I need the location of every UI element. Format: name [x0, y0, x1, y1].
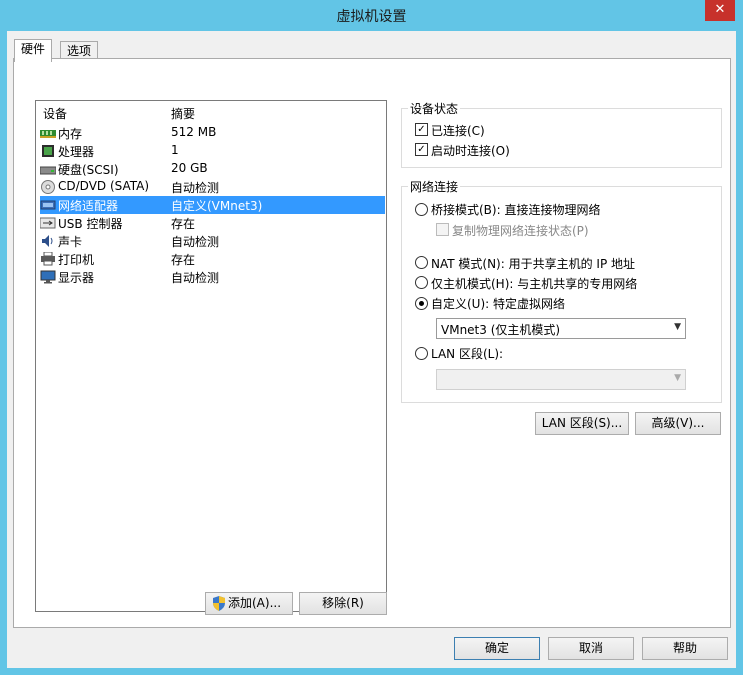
device-row-printer[interactable]: 打印机 存在 — [40, 250, 385, 268]
host-only-label[interactable]: 仅主机模式(H): 与主机共享的专用网络 — [431, 275, 637, 292]
title-bar[interactable]: 虚拟机设置 ✕ — [0, 0, 743, 31]
device-row-cd-dvd[interactable]: CD/DVD (SATA) 自动检测 — [40, 178, 385, 196]
bridged-label[interactable]: 桥接模式(B): 直接连接物理网络 — [431, 201, 600, 218]
lan-segment-select[interactable]: ▼ — [436, 369, 686, 390]
window-title: 虚拟机设置 — [336, 9, 407, 25]
hardware-panel: 设备 摘要 内存 512 MB 处理器 1 硬盘(SCSI) 20 GB CD/… — [13, 58, 731, 628]
column-header-summary[interactable]: 摘要 — [171, 105, 195, 121]
lan-segment-label[interactable]: LAN 区段(L): — [431, 345, 503, 362]
network-adapter-icon — [40, 200, 56, 210]
printer-icon — [41, 252, 55, 266]
close-button[interactable]: ✕ — [705, 0, 735, 21]
advanced-button[interactable]: 高级(V)... — [635, 412, 721, 435]
device-name: 硬盘(SCSI) — [58, 163, 119, 177]
connect-at-power-on-checkbox[interactable]: ✓ — [415, 143, 428, 156]
replicate-state-checkbox[interactable] — [436, 223, 449, 236]
memory-icon — [40, 130, 56, 138]
device-summary: 存在 — [171, 253, 196, 267]
tab-hardware[interactable]: 硬件 — [14, 39, 53, 62]
device-summary: 自动检测 — [171, 181, 220, 195]
remove-device-button[interactable]: 移除(R) — [299, 592, 387, 615]
custom-network-select[interactable]: VMnet3 (仅主机模式) ▼ — [436, 318, 686, 339]
chevron-down-icon: ▼ — [674, 373, 681, 383]
device-row-memory[interactable]: 内存 512 MB — [40, 124, 385, 142]
device-summary: 1 — [171, 143, 179, 157]
dialog-client: 硬件 选项 设备 摘要 内存 512 MB 处理器 1 硬盘(SCSI) 20 … — [7, 31, 736, 668]
custom-radio[interactable] — [415, 297, 428, 310]
device-name: 显示器 — [58, 271, 95, 285]
close-icon: ✕ — [714, 2, 726, 17]
device-row-hard-disk[interactable]: 硬盘(SCSI) 20 GB — [40, 160, 385, 178]
chevron-down-icon: ▼ — [674, 322, 681, 332]
device-summary: 自动检测 — [171, 271, 220, 285]
dialog-window: 虚拟机设置 ✕ 硬件 选项 设备 摘要 内存 512 MB 处理器 1 硬盘(S… — [0, 0, 743, 675]
lan-segment-radio[interactable] — [415, 347, 428, 360]
device-name: CD/DVD (SATA) — [58, 179, 150, 193]
usb-icon — [40, 217, 56, 229]
device-summary: 自动检测 — [171, 235, 220, 249]
display-icon — [40, 270, 56, 284]
connected-label[interactable]: 已连接(C) — [431, 122, 485, 139]
device-name: 网络适配器 — [58, 199, 119, 213]
ok-button[interactable]: 确定 — [454, 637, 540, 660]
device-row-usb[interactable]: USB 控制器 存在 — [40, 214, 385, 232]
nat-label[interactable]: NAT 模式(N): 用于共享主机的 IP 地址 — [431, 255, 635, 272]
cd-dvd-icon — [41, 180, 55, 194]
sound-card-icon — [42, 235, 53, 247]
custom-label[interactable]: 自定义(U): 特定虚拟网络 — [431, 295, 565, 312]
device-summary: 存在 — [171, 217, 196, 231]
connect-at-power-on-label[interactable]: 启动时连接(O) — [431, 142, 510, 159]
bridged-radio[interactable] — [415, 203, 428, 216]
cancel-button[interactable]: 取消 — [548, 637, 634, 660]
device-name: 打印机 — [58, 253, 95, 267]
device-summary: 20 GB — [171, 161, 208, 175]
device-name: USB 控制器 — [58, 217, 123, 231]
network-connection-title: 网络连接 — [408, 178, 461, 195]
device-row-network-adapter[interactable]: 网络适配器 自定义(VMnet3) — [40, 196, 385, 214]
nat-radio[interactable] — [415, 256, 428, 269]
device-summary: 自定义(VMnet3) — [171, 199, 263, 213]
add-button-label: 添加(A)... — [228, 596, 282, 610]
replicate-state-label[interactable]: 复制物理网络连接状态(P) — [452, 222, 589, 239]
device-name: 声卡 — [58, 235, 83, 249]
device-row-display[interactable]: 显示器 自动检测 — [40, 268, 385, 286]
device-name: 处理器 — [58, 145, 95, 159]
device-summary: 512 MB — [171, 125, 217, 139]
device-row-sound-card[interactable]: 声卡 自动检测 — [40, 232, 385, 250]
processor-icon — [42, 145, 54, 157]
lan-segments-button[interactable]: LAN 区段(S)... — [535, 412, 629, 435]
shield-icon — [213, 596, 225, 611]
device-row-processor[interactable]: 处理器 1 — [40, 142, 385, 160]
connected-checkbox[interactable]: ✓ — [415, 123, 428, 136]
hard-disk-icon — [40, 166, 56, 175]
help-button[interactable]: 帮助 — [642, 637, 728, 660]
custom-network-value: VMnet3 (仅主机模式) — [441, 323, 561, 337]
device-name: 内存 — [58, 127, 83, 141]
device-status-title: 设备状态 — [408, 100, 461, 117]
add-device-button[interactable]: 添加(A)... — [205, 592, 293, 615]
column-header-device[interactable]: 设备 — [43, 105, 67, 121]
host-only-radio[interactable] — [415, 276, 428, 289]
device-list[interactable]: 设备 摘要 内存 512 MB 处理器 1 硬盘(SCSI) 20 GB CD/… — [35, 100, 387, 612]
